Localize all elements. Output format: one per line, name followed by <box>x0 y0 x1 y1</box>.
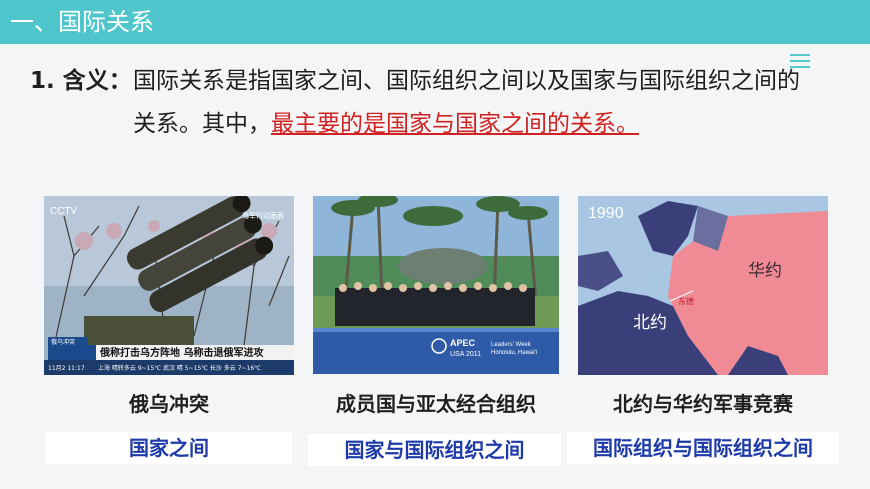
map-label-side: 东德 <box>678 296 694 306</box>
header-bar: 一、国际关系 <box>0 0 870 44</box>
caption-3: 北约与华约军事竞赛 <box>613 392 793 416</box>
map-label-nato: 北约 <box>633 313 667 333</box>
news-ticker: 上海 晴转多云 9~15℃ 武汉 晴 5~15℃ 长沙 多云 7~16℃ <box>98 364 261 372</box>
apec-banner-title: APEC <box>450 338 476 348</box>
corner-caption: 乌军行动画面 <box>242 211 284 220</box>
definition-line1: 国际关系是指国家之间、国际组织之间以及国家与国际组织之间的 <box>133 68 800 94</box>
tag-1-text: 国家之间 <box>129 436 209 460</box>
apec-banner-right1: Leaders' Week <box>491 342 532 348</box>
apec-banner-sub: USA 2011 <box>450 351 481 358</box>
tag-2: 国家与国际组织之间 <box>308 434 561 466</box>
caption-2: 成员国与亚太经合组织 <box>336 392 536 416</box>
map-label-warsaw: 华约 <box>748 261 782 281</box>
tag-2-text: 国家与国际组织之间 <box>344 438 525 462</box>
news-topic: 俄乌冲突 <box>51 338 75 346</box>
caption-1: 俄乌冲突 <box>129 392 209 416</box>
photo-map: 1990 华约 北约 东德 <box>578 196 828 375</box>
map-year: 1990 <box>588 205 624 222</box>
news-headline: 俄称打击乌方阵地 乌称击退俄军进攻 <box>99 346 264 359</box>
photo-russia-ukraine: CCTV 乌军行动画面 俄乌冲突 俄称打击乌方阵地 乌称击退俄军进攻 11月2 … <box>44 196 294 375</box>
tag-1: 国家之间 <box>46 432 292 464</box>
news-time: 11月2 11:17 <box>48 365 85 372</box>
photo-apec: APEC USA 2011 Leaders' Week Honolulu, Ha… <box>313 196 559 374</box>
definition-highlight: 最主要的是国家与国家之间的关系。 <box>271 111 639 137</box>
apec-banner-right2: Honolulu, Hawai'i <box>491 350 537 356</box>
channel-logo: CCTV <box>50 206 78 217</box>
tag-3: 国际组织与国际组织之间 <box>567 432 839 464</box>
definition-label: 1. 含义： <box>30 68 132 94</box>
definition-line2: 关系。其中，最主要的是国家与国家之间的关系。 <box>133 107 639 141</box>
definition-line2-plain: 关系。其中， <box>133 111 271 137</box>
tag-3-text: 国际组织与国际组织之间 <box>593 436 813 460</box>
page-title: 一、国际关系 <box>10 8 154 36</box>
